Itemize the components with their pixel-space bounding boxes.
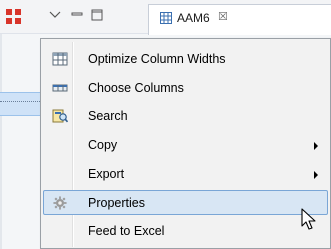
close-icon[interactable]: ☒: [218, 10, 228, 23]
mouse-pointer-icon: [301, 208, 316, 230]
menu-item-search[interactable]: Search: [43, 105, 328, 127]
selected-row-fragment[interactable]: [0, 92, 40, 116]
menu-item-label: Export: [88, 167, 125, 181]
submenu-arrow-icon: [314, 171, 318, 179]
editor-tab[interactable]: [148, 4, 331, 35]
menu-item-label: Search: [88, 109, 128, 123]
table-grid-icon: [160, 12, 172, 24]
menu-item-label: Copy: [88, 138, 118, 152]
submenu-arrow-icon: [314, 142, 318, 150]
menu-item-label: Choose Columns: [88, 81, 184, 95]
panel-left-edge: [0, 34, 2, 249]
menu-item-optimize-column-widths[interactable]: Optimize Column Widths: [43, 48, 328, 70]
chevron-down-icon[interactable]: [48, 8, 62, 22]
menu-item-choose-columns[interactable]: Choose Columns: [43, 77, 328, 99]
focus-dotted-line: [0, 101, 40, 103]
gear-icon: [53, 196, 67, 210]
menu-item-label: Properties: [88, 196, 145, 210]
maximize-icon[interactable]: [90, 8, 104, 22]
tab-label: AAM6: [177, 11, 210, 25]
menu-item-label: Feed to Excel: [88, 224, 165, 238]
table-icon: [52, 52, 68, 66]
columns-icon: [52, 84, 68, 92]
grid-icon[interactable]: [6, 9, 22, 25]
menu-item-export[interactable]: Export: [43, 163, 328, 185]
menu-item-label: Optimize Column Widths: [88, 52, 226, 66]
menu-item-properties[interactable]: Properties: [43, 190, 328, 215]
menu-item-copy[interactable]: Copy: [43, 134, 328, 156]
context-menu: Optimize Column Widths Choose Columns Se…: [40, 38, 331, 249]
search-icon: [52, 109, 68, 123]
menu-item-feed-to-excel[interactable]: Feed to Excel: [43, 220, 328, 242]
minimize-icon[interactable]: [70, 8, 84, 22]
